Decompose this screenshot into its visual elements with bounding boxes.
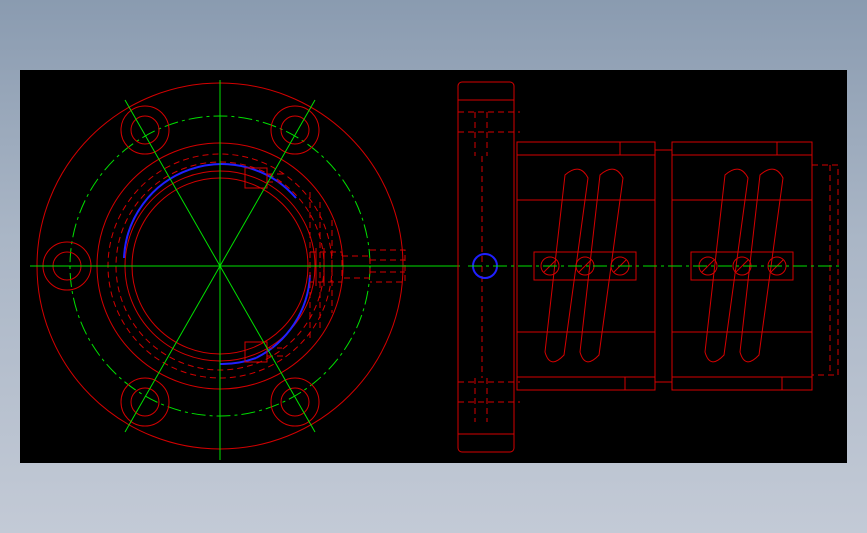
return-tube-arc-lower — [255, 274, 311, 359]
side-view-ball-nut — [457, 81, 840, 453]
flange-plate — [457, 81, 515, 453]
return-tubes — [544, 168, 784, 363]
cad-drawing: .r { stroke: #d40000; fill: none; stroke… — [30, 80, 840, 460]
tube-clamps — [244, 167, 285, 363]
cad-drawing-canvas[interactable]: .r { stroke: #d40000; fill: none; stroke… — [20, 70, 847, 463]
front-centerlines — [30, 80, 460, 460]
front-view-flange — [30, 80, 460, 460]
